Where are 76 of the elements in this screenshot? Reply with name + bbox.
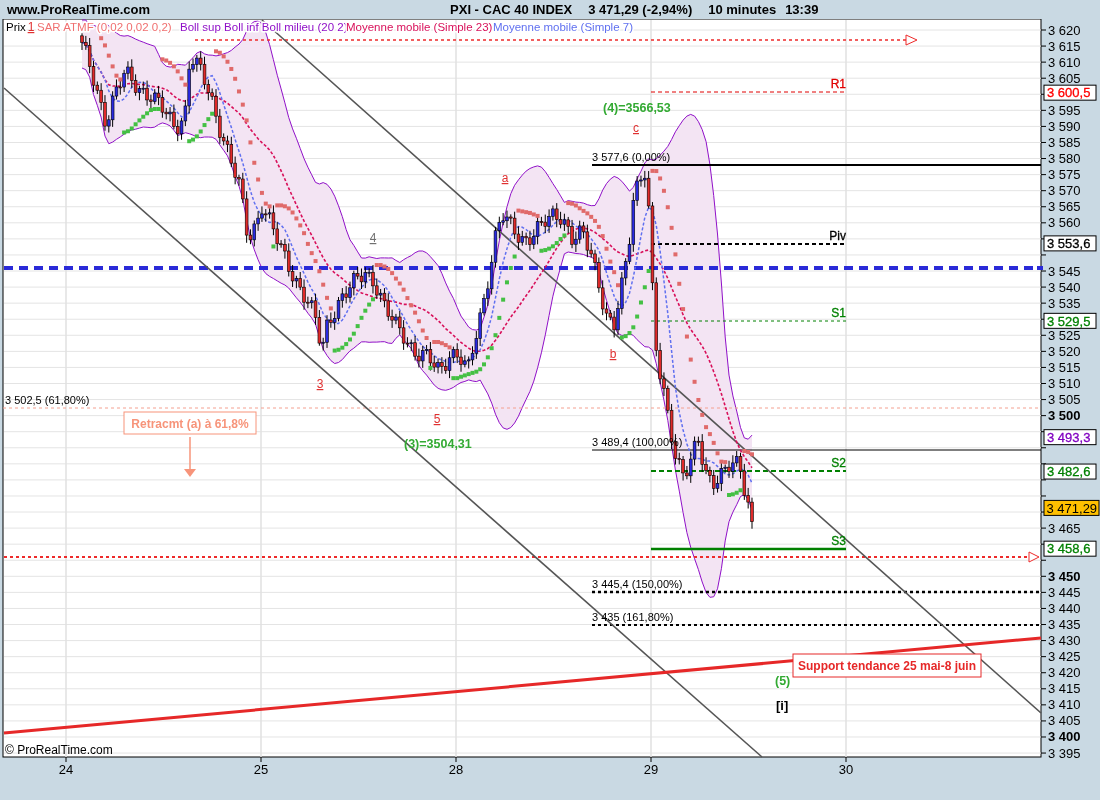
price-axis-label: 3 445 bbox=[1048, 584, 1081, 600]
price-axis-label: 3 430 bbox=[1048, 633, 1081, 649]
date-label: 25 bbox=[253, 762, 269, 777]
pivot-label: Piv bbox=[829, 229, 846, 243]
price-axis-label: 3 575 bbox=[1048, 167, 1081, 183]
wave-label: b bbox=[609, 347, 617, 361]
price-marker: 3 493,3 bbox=[1043, 429, 1097, 446]
time-label: 13:39 bbox=[785, 2, 819, 17]
price-marker: 3 600,5 bbox=[1043, 84, 1097, 101]
date-label: 30 bbox=[838, 762, 854, 777]
price-axis-label: 3 570 bbox=[1048, 183, 1081, 199]
price-axis-label: 3 595 bbox=[1048, 102, 1081, 118]
pivot-label: S2 bbox=[831, 456, 846, 470]
price-axis-label: 3 560 bbox=[1048, 215, 1081, 231]
price-axis-label: 3 450 bbox=[1048, 568, 1081, 584]
price-axis-label: 3 435 bbox=[1048, 617, 1081, 632]
copyright-text: © ProRealTime.com bbox=[5, 743, 113, 757]
price-axis-label: 3 515 bbox=[1048, 359, 1081, 375]
price-axis-label: 3 420 bbox=[1048, 665, 1081, 681]
instrument-name: PXI - CAC 40 INDEX bbox=[450, 2, 573, 17]
wave-label: c bbox=[633, 121, 639, 135]
price-axis-label: 3 590 bbox=[1048, 118, 1081, 134]
pivot-label: S3 bbox=[831, 534, 846, 548]
price-axis-label: 3 545 bbox=[1048, 263, 1081, 279]
fibonacci-label: 3 435 (161,80%) bbox=[592, 611, 674, 623]
price-axis-label: 3 520 bbox=[1048, 343, 1081, 359]
price-axis-label: 3 610 bbox=[1048, 54, 1081, 70]
site-name: www.ProRealTime.com bbox=[7, 2, 151, 17]
price-axis-label: 3 415 bbox=[1048, 681, 1081, 697]
price-marker: 3 458,6 bbox=[1043, 540, 1097, 557]
price-marker: 3 482,6 bbox=[1043, 463, 1097, 480]
legend-label: Moyenne mobile (Simple 23) bbox=[346, 21, 493, 33]
wave-label: 4 bbox=[369, 231, 377, 245]
price-axis-label: 3 535 bbox=[1048, 295, 1081, 311]
wave-label: a bbox=[501, 171, 509, 185]
price-axis-label: 3 585 bbox=[1048, 135, 1081, 150]
legend-label: Prix bbox=[6, 21, 26, 33]
date-label: 29 bbox=[643, 762, 659, 777]
wave-label: 1 bbox=[27, 20, 35, 34]
price-marker: 3 553,6 bbox=[1043, 235, 1097, 252]
legend-label: Moyenne mobile (Simple 7) bbox=[493, 21, 633, 33]
price-axis-label: 3 605 bbox=[1048, 70, 1081, 86]
price-marker: 3 529,5 bbox=[1043, 312, 1097, 329]
price-axis-label: 3 525 bbox=[1048, 327, 1081, 343]
wave-target-label: (4)=3566,53 bbox=[603, 101, 671, 115]
date-label: 24 bbox=[58, 762, 74, 777]
price-axis-label: 3 500 bbox=[1048, 408, 1081, 424]
callout-box: Retracmt (a) à 61,8% bbox=[123, 411, 257, 435]
date-label: 28 bbox=[448, 762, 464, 777]
price-axis-label: 3 440 bbox=[1048, 600, 1081, 616]
price-axis-label: 3 410 bbox=[1048, 697, 1081, 713]
price-axis-label: 3 465 bbox=[1048, 520, 1081, 536]
pivot-label: R1 bbox=[830, 77, 846, 91]
last-price-marker: 3 471,29 bbox=[1043, 499, 1100, 516]
fibonacci-label: 3 445,4 (150,00%) bbox=[592, 578, 683, 590]
last-price-quote: 3 471,29 (-2,94%) bbox=[588, 2, 693, 17]
price-axis-label: 3 505 bbox=[1048, 392, 1081, 408]
price-axis-label: 3 580 bbox=[1048, 151, 1081, 167]
fibonacci-label: 3 502,5 (61,80%) bbox=[5, 394, 90, 406]
callout-box: Support tendance 25 mai-8 juin bbox=[792, 653, 982, 678]
pivot-label: S1 bbox=[831, 306, 846, 320]
price-axis-label: 3 400 bbox=[1048, 729, 1081, 745]
wave-target-label: (5) bbox=[775, 674, 791, 688]
price-axis-label: 3 615 bbox=[1048, 38, 1081, 54]
price-axis-label: 3 620 bbox=[1048, 22, 1081, 38]
wave-label: 3 bbox=[316, 377, 324, 391]
wave-target-label: [i] bbox=[776, 698, 789, 713]
wave-label: 5 bbox=[433, 412, 441, 426]
callout-arrow bbox=[184, 436, 196, 477]
price-axis-label: 3 540 bbox=[1048, 279, 1081, 295]
interval-label: 10 minutes bbox=[708, 2, 777, 17]
price-axis-label: 3 510 bbox=[1048, 376, 1081, 391]
price-axis-label: 3 425 bbox=[1048, 649, 1081, 665]
price-axis-label: 3 405 bbox=[1048, 713, 1081, 729]
price-axis-label: 3 565 bbox=[1048, 199, 1081, 215]
price-axis-label: 3 395 bbox=[1048, 745, 1081, 761]
